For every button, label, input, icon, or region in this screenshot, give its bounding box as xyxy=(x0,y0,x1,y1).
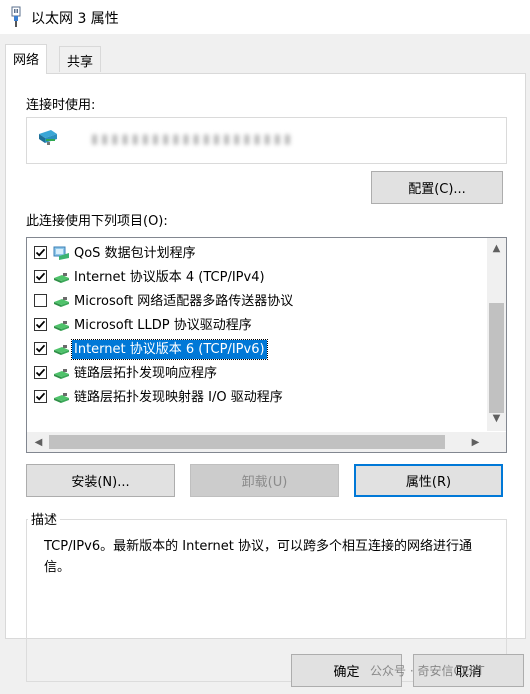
scrollbar-corner xyxy=(487,432,506,452)
protocol-icon xyxy=(54,321,69,331)
tab-sharing[interactable]: 共享 xyxy=(59,46,102,72)
checkbox-checked[interactable] xyxy=(34,318,47,331)
horizontal-scrollbar[interactable]: ◀ ▶ xyxy=(27,432,487,452)
scroll-left-arrow-icon[interactable]: ◀ xyxy=(29,434,48,451)
window-title: 以太网 3 属性 xyxy=(31,11,119,27)
description-text: TCP/IPv6。最新版本的 Internet 协议，可以跨多个相互连接的网络进… xyxy=(44,539,472,575)
checkbox-checked[interactable] xyxy=(34,270,47,283)
properties-button-label: 属性(R) xyxy=(405,475,452,490)
protocol-icon xyxy=(54,369,69,379)
component-list[interactable]: 链路层拓扑发现映射器 I/O 驱动程序 链路层拓扑发现响应程序 Internet 协… xyxy=(26,237,507,453)
list-item[interactable]: Microsoft 网络适配器多路传送器协议 xyxy=(27,289,487,313)
protocol-icon xyxy=(54,393,69,403)
network-adapter-icon xyxy=(39,130,57,145)
protocol-icon xyxy=(54,273,69,283)
list-item-label: 链路层拓扑发现映射器 I/O 驱动程序 xyxy=(74,390,283,405)
list-item[interactable]: Internet 协议版本 6 (TCP/IPv6) xyxy=(27,337,487,361)
list-item[interactable]: Microsoft LLDP 协议驱动程序 xyxy=(27,313,487,337)
list-item-label: QoS 数据包计划程序 xyxy=(74,246,196,261)
checkbox-unchecked[interactable] xyxy=(34,294,47,307)
vertical-scroll-thumb[interactable] xyxy=(489,303,504,413)
list-item-label: Microsoft 网络适配器多路传送器协议 xyxy=(74,294,294,309)
tab-network[interactable]: 网络 xyxy=(5,44,48,74)
checkbox-checked[interactable] xyxy=(34,246,47,259)
title-bar: 以太网 3 属性 xyxy=(0,0,530,34)
scroll-right-arrow-icon[interactable]: ▶ xyxy=(466,434,485,451)
configure-button[interactable]: 配置(C)... xyxy=(371,171,503,204)
scroll-up-arrow-icon[interactable]: ▲ xyxy=(487,240,506,257)
configure-button-label: 配置(C)... xyxy=(408,182,466,197)
list-item[interactable]: 链路层拓扑发现映射器 I/O 驱动程序 xyxy=(27,385,487,409)
list-item[interactable]: QoS 数据包计划程序 xyxy=(27,241,487,265)
install-button-label: 安装(N)... xyxy=(71,475,130,490)
list-item-label: Microsoft LLDP 协议驱动程序 xyxy=(74,318,252,333)
list-item[interactable]: 链路层拓扑发现响应程序 xyxy=(27,361,487,385)
protocol-icon xyxy=(54,297,69,307)
scroll-down-arrow-icon[interactable]: ▼ xyxy=(487,410,506,427)
ok-button-label: 确定 xyxy=(333,665,360,680)
watermark: 公众号 · 奇安信CERT xyxy=(370,664,485,678)
install-button[interactable]: 安装(N)... xyxy=(26,464,175,497)
vertical-scrollbar[interactable]: ▲ ▼ xyxy=(487,238,506,431)
qos-icon xyxy=(53,246,69,260)
tab-sharing-label: 共享 xyxy=(67,55,94,70)
adapter-box: ▮▮▮▮▮▮▮▮▮▮▮▮▮▮▮▮▮▮▮▮ xyxy=(26,117,507,164)
network-cable-icon xyxy=(11,6,21,27)
list-item[interactable]: Internet 协议版本 4 (TCP/IPv4) xyxy=(27,265,487,289)
list-item-label: Internet 协议版本 6 (TCP/IPv6) xyxy=(71,339,268,360)
description-legend: 描述 xyxy=(28,509,61,528)
checkbox-checked[interactable] xyxy=(34,342,47,355)
horizontal-scroll-thumb[interactable] xyxy=(49,435,445,449)
properties-button[interactable]: 属性(R) xyxy=(354,464,503,497)
connect-using-label: 连接时使用: xyxy=(26,98,96,113)
list-item-label: 链路层拓扑发现响应程序 xyxy=(74,366,218,381)
protocol-icon xyxy=(54,345,69,355)
uninstall-button-label: 卸载(U) xyxy=(241,475,288,490)
items-label: 此连接使用下列项目(O): xyxy=(26,214,168,229)
list-item-label: Internet 协议版本 4 (TCP/IPv4) xyxy=(74,270,265,285)
checkbox-checked[interactable] xyxy=(34,390,47,403)
adapter-name: ▮▮▮▮▮▮▮▮▮▮▮▮▮▮▮▮▮▮▮▮ xyxy=(91,132,295,147)
checkbox-checked[interactable] xyxy=(34,366,47,379)
uninstall-button[interactable]: 卸载(U) xyxy=(190,464,339,497)
tab-network-label: 网络 xyxy=(13,53,40,68)
